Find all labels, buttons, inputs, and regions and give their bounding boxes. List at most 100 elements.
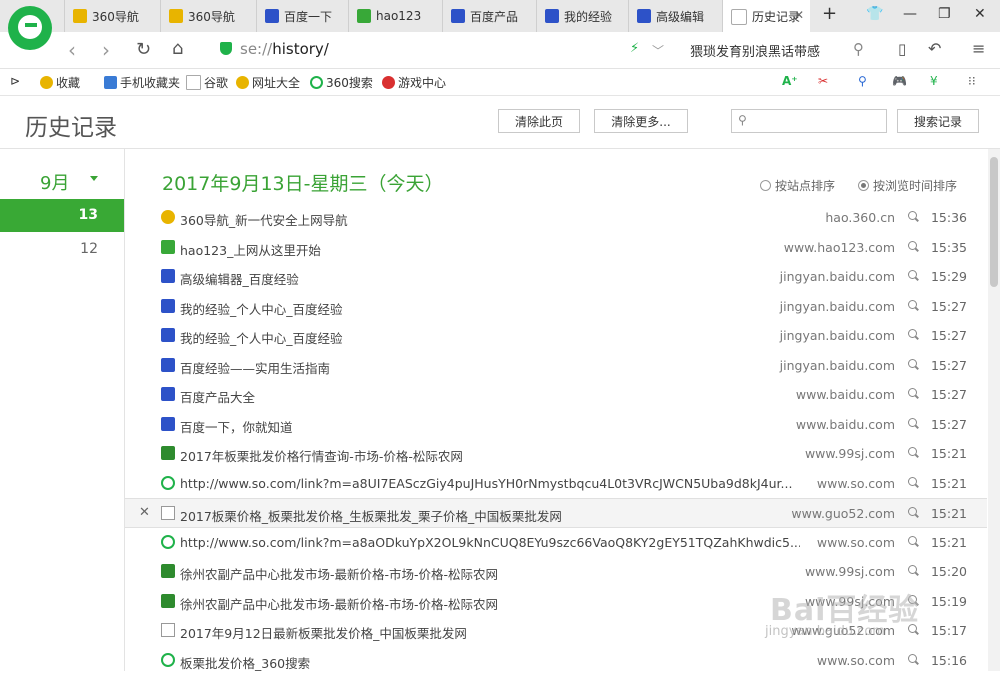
day-item-12[interactable]: 12 bbox=[0, 233, 124, 266]
history-title[interactable]: http://www.so.com/link?m=a8UI7EASczGiy4p… bbox=[180, 476, 800, 491]
history-title[interactable]: 徐州农副产品中心批发市场-最新价格-市场-价格-松际农网 bbox=[180, 564, 800, 583]
history-title[interactable]: 百度产品大全 bbox=[180, 387, 800, 406]
browser-tab[interactable]: 百度产品 bbox=[442, 0, 530, 32]
chevron-down-icon[interactable]: ﹀ bbox=[652, 42, 664, 59]
history-title[interactable]: 高级编辑器_百度经验 bbox=[180, 269, 800, 288]
search-icon[interactable] bbox=[908, 477, 917, 486]
search-icon[interactable] bbox=[908, 329, 917, 338]
gamepad-icon[interactable]: 🎮 bbox=[892, 74, 907, 88]
history-title[interactable]: hao123_上网从这里开始 bbox=[180, 240, 800, 259]
clear-more-button[interactable]: 清除更多... bbox=[594, 109, 688, 133]
history-title[interactable]: 板栗批发价格_360搜索 bbox=[180, 653, 800, 672]
search-icon[interactable] bbox=[908, 241, 917, 250]
yen-icon[interactable]: ¥ bbox=[930, 74, 938, 88]
browser-tab-active[interactable]: 历史记录✕ bbox=[722, 0, 810, 33]
history-domain[interactable]: jingyan.baidu.com bbox=[780, 358, 895, 373]
scrollbar-thumb[interactable] bbox=[990, 157, 998, 287]
search-icon[interactable] bbox=[908, 359, 917, 368]
scrollbar[interactable] bbox=[988, 149, 1000, 671]
translate-icon[interactable]: A⁺ bbox=[782, 74, 798, 88]
history-title[interactable]: 徐州农副产品中心批发市场-最新价格-市场-价格-松际农网 bbox=[180, 594, 800, 613]
history-row[interactable]: 我的经验_个人中心_百度经验jingyan.baidu.com15:27 bbox=[125, 292, 987, 322]
browser-logo-icon[interactable] bbox=[8, 6, 52, 50]
search-history-input[interactable]: ⚲ bbox=[731, 109, 887, 133]
delete-icon[interactable]: ✕ bbox=[139, 505, 150, 520]
bookmark-item[interactable]: 网址大全 bbox=[236, 74, 300, 91]
search-icon[interactable] bbox=[908, 507, 917, 516]
history-title[interactable]: http://www.so.com/link?m=a8aODkuYpX2OL9k… bbox=[180, 535, 800, 550]
forward-icon[interactable]: › bbox=[102, 38, 110, 62]
url-field[interactable]: se://history/ bbox=[212, 37, 672, 61]
history-row[interactable]: http://www.so.com/link?m=a8UI7EASczGiy4p… bbox=[125, 469, 987, 499]
history-domain[interactable]: www.guo52.com bbox=[791, 506, 895, 521]
history-domain[interactable]: www.so.com bbox=[817, 653, 895, 668]
search-icon[interactable] bbox=[908, 654, 917, 663]
history-row[interactable]: 徐州农副产品中心批发市场-最新价格-市场-价格-松际农网 www.99sj.com… bbox=[125, 557, 987, 587]
browser-tab[interactable]: 我的经验 bbox=[536, 0, 624, 32]
history-title[interactable]: 百度经验——实用生活指南 bbox=[180, 358, 800, 377]
history-title[interactable]: 我的经验_个人中心_百度经验 bbox=[180, 328, 800, 347]
search-tool-icon[interactable]: ⚲ bbox=[858, 74, 867, 88]
menu-icon[interactable]: ≡ bbox=[972, 39, 985, 58]
bookmark-item[interactable]: 谷歌 bbox=[186, 74, 228, 91]
new-tab-button[interactable]: + bbox=[822, 3, 837, 24]
search-history-button[interactable]: 搜索记录 bbox=[897, 109, 979, 133]
browser-tab[interactable]: 360导航 bbox=[64, 0, 152, 32]
clear-page-button[interactable]: 清除此页 bbox=[498, 109, 580, 133]
search-icon[interactable] bbox=[908, 211, 917, 220]
search-icon[interactable] bbox=[908, 447, 917, 456]
bookmark-item[interactable]: 手机收藏夹 bbox=[104, 74, 180, 91]
history-domain[interactable]: www.hao123.com bbox=[784, 240, 895, 255]
history-title[interactable]: 2017板栗价格_板栗批发价格_生板栗批发_栗子价格_中国板栗批发网 bbox=[180, 506, 800, 525]
history-title[interactable]: 2017年9月12日最新板栗批发价格_中国板栗批发网 bbox=[180, 623, 800, 642]
history-title[interactable]: 360导航_新一代安全上网导航 bbox=[180, 210, 800, 229]
history-row[interactable]: 360导航_新一代安全上网导航hao.360.cn15:36 bbox=[125, 203, 987, 233]
home-icon[interactable]: ⌂ bbox=[172, 38, 183, 59]
bookmark-item[interactable]: 360搜索 bbox=[310, 74, 373, 91]
browser-tab[interactable]: 高级编辑 bbox=[628, 0, 716, 32]
history-row[interactable]: 百度经验——实用生活指南jingyan.baidu.com15:27 bbox=[125, 351, 987, 381]
chevron-down-icon[interactable] bbox=[90, 176, 98, 181]
history-title[interactable]: 百度一下，你就知道 bbox=[180, 417, 800, 436]
history-domain[interactable]: jingyan.baidu.com bbox=[780, 328, 895, 343]
search-icon[interactable] bbox=[908, 388, 917, 397]
history-row[interactable]: 百度产品大全www.baidu.com15:27 bbox=[125, 380, 987, 410]
search-icon[interactable] bbox=[908, 300, 917, 309]
history-row[interactable]: 百度一下，你就知道www.baidu.com15:27 bbox=[125, 410, 987, 440]
history-domain[interactable]: www.baidu.com bbox=[796, 417, 895, 432]
browser-tab[interactable]: hao123 bbox=[348, 0, 436, 32]
sort-by-site-radio[interactable]: 按站点排序 bbox=[760, 177, 835, 194]
day-item-13[interactable]: 13 bbox=[0, 199, 124, 232]
history-domain[interactable]: hao.360.cn bbox=[825, 210, 895, 225]
history-title[interactable]: 我的经验_个人中心_百度经验 bbox=[180, 299, 800, 318]
back-icon[interactable]: ‹ bbox=[68, 38, 76, 62]
history-row[interactable]: hao123_上网从这里开始www.hao123.com15:35 bbox=[125, 233, 987, 263]
month-selector[interactable]: 9月 bbox=[40, 169, 69, 195]
search-suggestion[interactable]: 猥琐发育别浪黑话带感 bbox=[690, 41, 820, 60]
search-icon[interactable] bbox=[908, 418, 917, 427]
close-tab-icon[interactable]: ✕ bbox=[794, 8, 804, 22]
lightning-icon[interactable]: ⚡ bbox=[630, 41, 639, 56]
history-row[interactable]: ✕ 2017板栗价格_板栗批发价格_生板栗批发_栗子价格_中国板栗批发网www.g… bbox=[125, 498, 987, 528]
search-icon[interactable] bbox=[908, 565, 917, 574]
bookmark-item[interactable]: 收藏 bbox=[40, 74, 80, 91]
history-domain[interactable]: jingyan.baidu.com bbox=[780, 299, 895, 314]
history-domain[interactable]: www.99sj.com bbox=[805, 446, 895, 461]
bookmark-item[interactable]: 游戏中心 bbox=[382, 74, 446, 91]
shirt-icon[interactable]: 👕 bbox=[866, 6, 883, 22]
history-title[interactable]: 2017年板栗批发价格行情查询-市场-价格-松际农网 bbox=[180, 446, 800, 465]
sort-by-time-radio[interactable]: 按浏览时间排序 bbox=[858, 177, 957, 194]
search-icon[interactable] bbox=[908, 270, 917, 279]
phone-icon[interactable]: ▯ bbox=[898, 40, 906, 58]
minimize-icon[interactable]: — bbox=[903, 6, 917, 22]
close-window-icon[interactable]: ✕ bbox=[974, 6, 986, 22]
history-domain[interactable]: www.baidu.com bbox=[796, 387, 895, 402]
restore-icon[interactable]: ❐ bbox=[938, 6, 951, 22]
sidebar-toggle-icon[interactable]: ⊳ bbox=[10, 74, 20, 88]
scissors-icon[interactable]: ✂ bbox=[818, 74, 828, 88]
history-domain[interactable]: www.99sj.com bbox=[805, 564, 895, 579]
history-row[interactable]: 我的经验_个人中心_百度经验jingyan.baidu.com15:27 bbox=[125, 321, 987, 351]
search-icon[interactable] bbox=[908, 536, 917, 545]
search-icon[interactable]: ⚲ bbox=[853, 40, 864, 58]
history-row[interactable]: http://www.so.com/link?m=a8aODkuYpX2OL9k… bbox=[125, 528, 987, 558]
